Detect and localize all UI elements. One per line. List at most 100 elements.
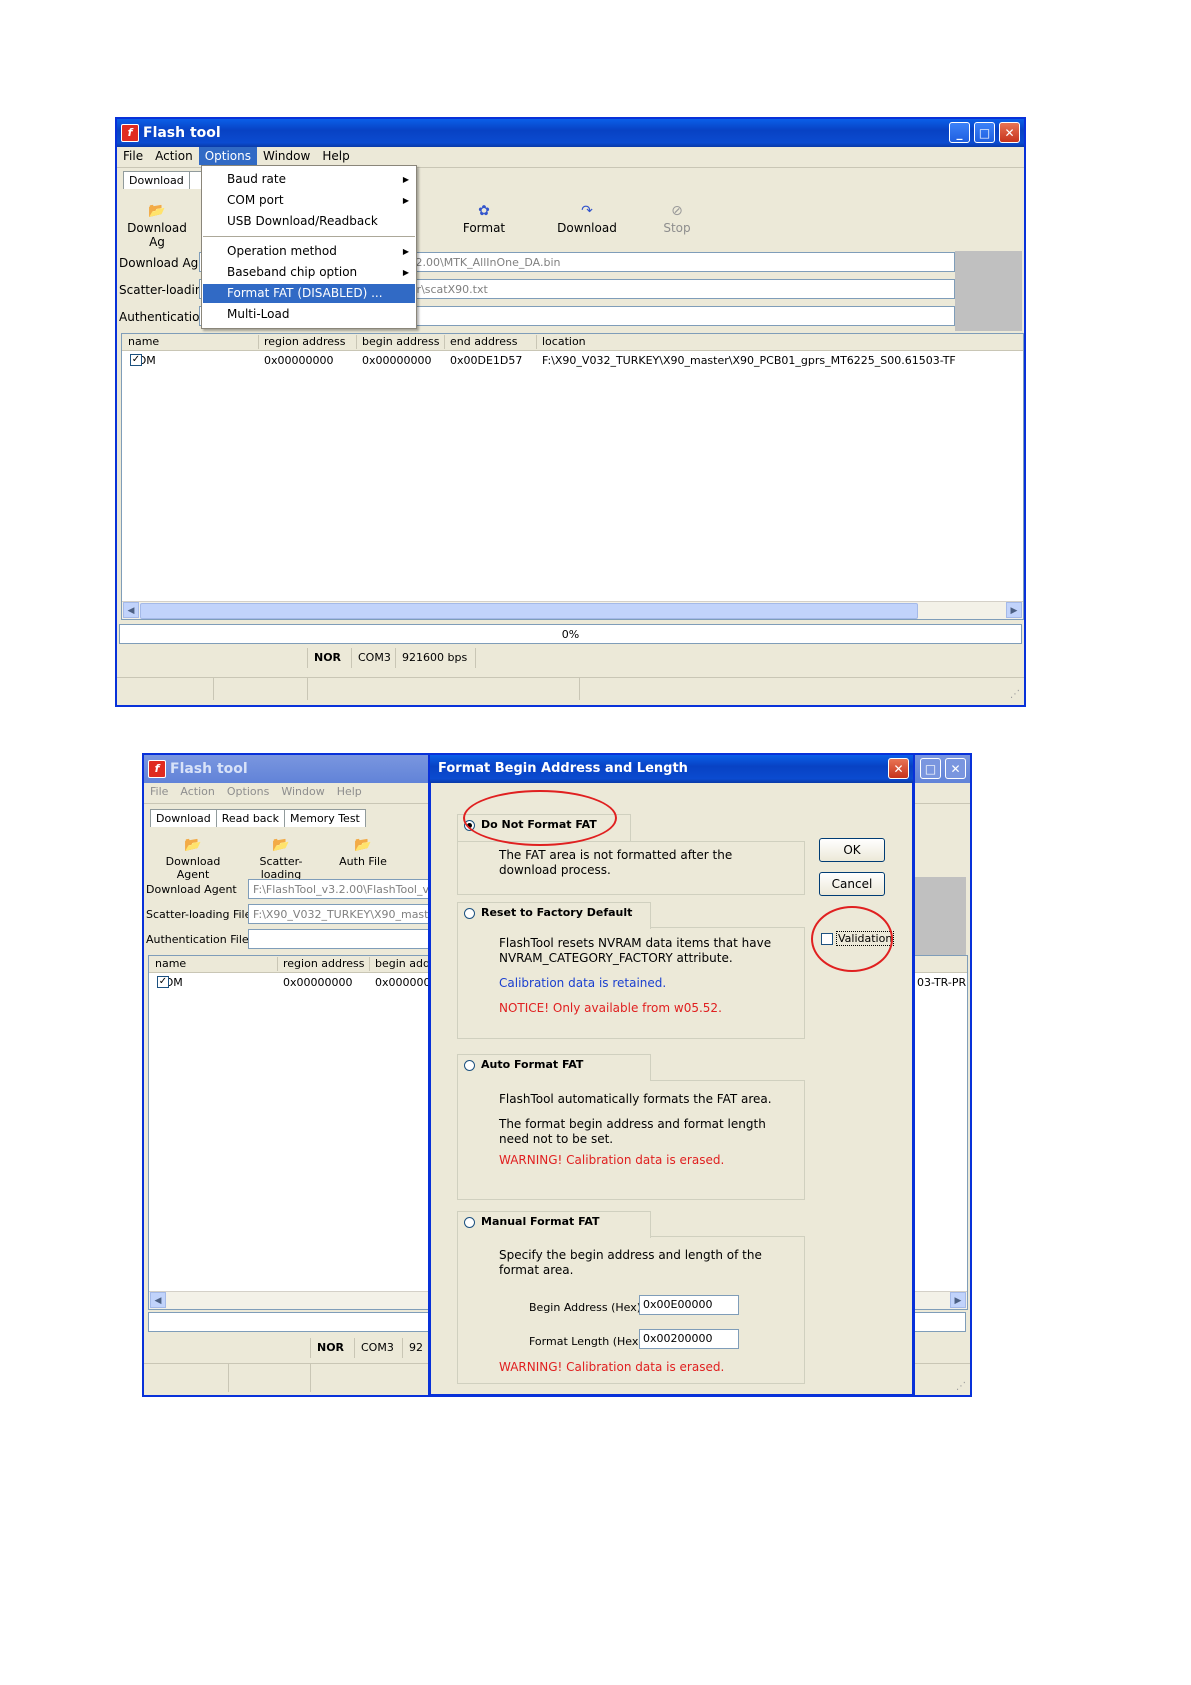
download-agent-button[interactable]: 📂 Download Agent	[148, 837, 238, 881]
auth-field-label: Authentication File	[146, 933, 249, 946]
radio-label: Manual Format FAT	[481, 1215, 600, 1228]
dialog-close-icon[interactable]: ✕	[888, 758, 909, 779]
ok-button[interactable]: OK	[819, 838, 885, 862]
scroll-right-icon[interactable]: ▶	[1006, 602, 1022, 618]
stop-label: Stop	[663, 221, 691, 235]
menu-action[interactable]: Action	[149, 147, 199, 165]
submenu-arrow-icon: ▶	[402, 175, 409, 184]
minimize-icon[interactable]: _	[949, 122, 970, 143]
col-end[interactable]: end address	[444, 335, 537, 349]
format-button[interactable]: ✿ Format	[449, 203, 519, 235]
menu-file[interactable]: File	[144, 783, 174, 800]
opt1-description: The FAT area is not formatted after the …	[499, 848, 732, 878]
download-agent-button[interactable]: 📂 Download Ag	[119, 203, 195, 249]
table-row[interactable]: ✓ ROM 0x00000000 0x00000000 0x00DE1D57 F:…	[122, 354, 1023, 370]
maximize-icon[interactable]: □	[974, 122, 995, 143]
scatter-field-label: Scatter-loading File	[146, 908, 252, 921]
format-icon: ✿	[478, 203, 490, 219]
flash-tool-window: f Flash tool _ □ ✕ File Action Options Wind…	[115, 117, 1026, 707]
scroll-left-icon[interactable]: ◀	[123, 602, 139, 618]
auth-file-button[interactable]: 📂 Auth File	[328, 837, 398, 868]
horizontal-scrollbar[interactable]: ◀ ▶	[122, 601, 1023, 619]
download-agent-label: Download Ag	[127, 221, 187, 249]
menu-item-com-port[interactable]: COM port ▶	[203, 191, 415, 210]
status-port: COM3	[351, 648, 395, 668]
tab-read-back[interactable]: Read back	[215, 809, 285, 827]
opt2-notice: NOTICE! Only available from w05.52.	[499, 1001, 722, 1015]
scroll-thumb[interactable]	[140, 603, 918, 619]
col-begin[interactable]: begin address	[356, 335, 445, 349]
menu-file[interactable]: File	[117, 147, 149, 165]
col-name[interactable]: name	[122, 335, 259, 349]
submenu-arrow-icon: ▶	[402, 247, 409, 256]
status-divider	[228, 1364, 229, 1392]
menu-item-format-fat[interactable]: Format FAT (DISABLED) ...	[203, 284, 415, 303]
begin-address-label: Begin Address (Hex) :	[529, 1301, 649, 1314]
radio-manual-format[interactable]: Manual Format FAT	[457, 1211, 651, 1238]
menu-item-baseband-chip[interactable]: Baseband chip option ▶	[203, 263, 415, 282]
tab-memory-test[interactable]: Memory Test	[283, 809, 366, 827]
scroll-left-icon[interactable]: ◀	[150, 1292, 166, 1308]
resize-grip-icon[interactable]: ⋰	[1010, 689, 1020, 700]
scroll-right-icon[interactable]: ▶	[950, 1292, 966, 1308]
download-button[interactable]: ↷ Download	[547, 203, 627, 235]
opt4-line1: Specify the begin address and length of …	[499, 1248, 762, 1262]
stop-button[interactable]: ⊘ Stop	[647, 203, 707, 235]
lower-status-bar: ⋰	[117, 677, 1024, 702]
rom-checkbox[interactable]: ✓	[157, 976, 169, 988]
menu-item-operation-method[interactable]: Operation method ▶	[203, 242, 415, 261]
title-bar[interactable]: f Flash tool _ □ ✕	[117, 119, 1024, 147]
menu-options[interactable]: Options	[198, 147, 257, 165]
opt1-line2: download process.	[499, 863, 611, 877]
opt2-info: Calibration data is retained.	[499, 976, 667, 990]
download-agent-field-label: Download Agent	[146, 883, 237, 896]
menu-item-multi-load[interactable]: Multi-Load	[203, 305, 415, 324]
tab-download[interactable]: Download	[150, 809, 217, 827]
resize-grip-icon[interactable]: ⋰	[956, 1381, 966, 1392]
folder-open-icon: 📂	[354, 837, 372, 853]
rom-checkbox[interactable]: ✓	[130, 354, 142, 366]
highlight-circle	[463, 790, 617, 846]
col-region[interactable]: region address	[258, 335, 357, 349]
menu-window[interactable]: Window	[257, 147, 316, 165]
menu-item-label: USB Download/Readback	[227, 214, 378, 228]
menu-options[interactable]: Options	[221, 783, 275, 800]
format-length-input[interactable]: 0x00200000	[639, 1329, 739, 1349]
opt3-line1: FlashTool automatically formats the FAT …	[499, 1092, 772, 1106]
radio-label: Reset to Factory Default	[481, 906, 633, 919]
scatter-loading-button[interactable]: 📂 Scatter-loading	[240, 837, 322, 881]
col-name[interactable]: name	[149, 957, 278, 971]
col-begin[interactable]: begin addr	[369, 957, 436, 971]
auth-field-label: Authenticatior	[119, 310, 205, 324]
menu-item-usb-download[interactable]: USB Download/Readback	[203, 212, 415, 231]
menu-item-baud-rate[interactable]: Baud rate ▶	[203, 170, 415, 189]
opt3-warning: WARNING! Calibration data is erased.	[499, 1153, 725, 1167]
menu-item-label: Format FAT (DISABLED) ...	[227, 286, 383, 300]
status-baud: 921600 bps	[395, 648, 475, 668]
side-panel	[955, 251, 1022, 331]
format-length-label: Format Length (Hex) :	[529, 1335, 650, 1348]
download-agent-field-label: Download Ag	[119, 256, 199, 270]
download-agent-label: Download Agent	[165, 855, 221, 881]
col-region[interactable]: region address	[277, 957, 370, 971]
tab-strip: Download	[123, 171, 205, 191]
options-menu: Baud rate ▶ COM port ▶ USB Download/Readba…	[201, 165, 417, 329]
radio-auto-format[interactable]: Auto Format FAT	[457, 1054, 651, 1081]
tab-download[interactable]: Download	[123, 171, 190, 189]
close-icon[interactable]: ✕	[945, 758, 966, 779]
col-location[interactable]: location	[536, 335, 1012, 349]
cancel-button[interactable]: Cancel	[819, 872, 885, 896]
close-icon[interactable]: ✕	[999, 122, 1020, 143]
row-end: 0x00DE1D57	[450, 354, 523, 367]
radio-reset-factory[interactable]: Reset to Factory Default	[457, 902, 651, 929]
menu-window[interactable]: Window	[275, 783, 330, 800]
menu-help[interactable]: Help	[331, 783, 368, 800]
maximize-icon[interactable]: □	[920, 758, 941, 779]
dialog-title-bar[interactable]: Format Begin Address and Length ✕	[430, 755, 913, 783]
menu-help[interactable]: Help	[316, 147, 355, 165]
row-location-tail: 03-TR-PR	[917, 976, 967, 989]
menu-item-label: Baseband chip option	[227, 265, 358, 279]
begin-address-input[interactable]: 0x00E00000	[639, 1295, 739, 1315]
menu-action[interactable]: Action	[174, 783, 220, 800]
download-label: Download	[557, 221, 617, 235]
